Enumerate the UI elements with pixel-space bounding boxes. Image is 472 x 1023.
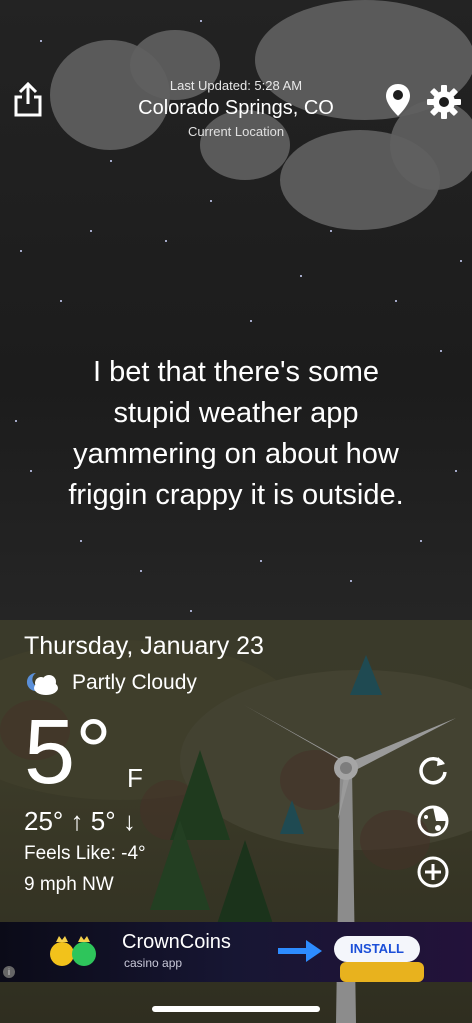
arrow-right-icon — [276, 936, 324, 966]
ad-title: CrownCoins — [122, 931, 231, 953]
feels-like: Feels Like: -4° — [24, 843, 146, 864]
partly-cloudy-night-icon — [24, 670, 60, 696]
coins-illustration — [340, 962, 424, 982]
current-temperature: 5° — [24, 701, 112, 803]
ad-info-icon[interactable]: i — [3, 966, 15, 978]
quote-line: stupid weather app — [113, 397, 359, 429]
location-pin-icon[interactable] — [384, 82, 412, 118]
current-date: Thursday, January 23 — [24, 632, 264, 660]
temperature-unit[interactable]: F — [127, 763, 143, 794]
add-location-icon[interactable] — [416, 855, 450, 889]
condition-text: Partly Cloudy — [72, 671, 197, 694]
weather-quote: I bet that there's some stupid weather a… — [30, 352, 442, 516]
gear-icon[interactable] — [426, 84, 462, 120]
condition-row: Partly Cloudy — [24, 668, 197, 698]
quote-line: I bet that there's some — [92, 356, 380, 388]
refresh-icon[interactable] — [416, 752, 450, 786]
radar-icon[interactable] — [416, 804, 450, 838]
ad-banner[interactable]: i CrownCoins casino app INSTALL — [0, 922, 472, 982]
crowncoins-logo-icon — [48, 934, 100, 968]
quote-line: friggin crappy it is outside. — [68, 479, 404, 511]
ad-subtitle: casino app — [124, 956, 183, 970]
location-label: Current Location — [187, 124, 285, 139]
home-indicator[interactable] — [152, 1006, 320, 1012]
wind-info: 9 mph NW — [24, 874, 114, 895]
top-bar: Last Updated: 5:28 AM Colorado Springs, … — [0, 0, 472, 150]
install-button[interactable]: INSTALL — [334, 936, 420, 962]
quote-line: yammering on about how — [73, 438, 399, 470]
high-low-temperature: 25° ↑ 5° ↓ — [24, 806, 136, 836]
